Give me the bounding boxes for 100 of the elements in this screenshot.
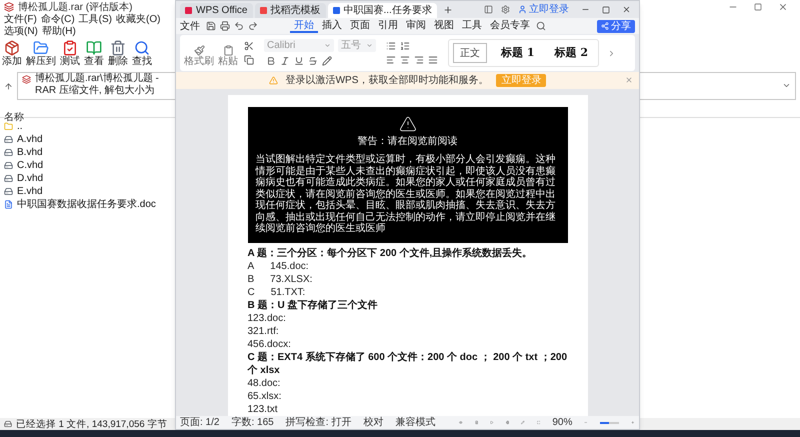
toolbar-button[interactable]: 解压到 bbox=[24, 40, 58, 68]
new-tab-icon[interactable] bbox=[442, 4, 453, 14]
dropdown-icon bbox=[324, 42, 331, 48]
file-row[interactable]: C.vhd bbox=[4, 159, 168, 172]
close-icon[interactable] bbox=[622, 5, 631, 14]
copy-icon[interactable] bbox=[242, 53, 256, 67]
menu-item[interactable]: 命令(C) bbox=[40, 14, 75, 26]
ribbon-tab[interactable]: 审阅 bbox=[402, 20, 430, 32]
ribbon-tab[interactable]: 页面 bbox=[346, 20, 374, 32]
toolbar-icon bbox=[86, 40, 102, 56]
ribbon-tab[interactable]: 引用 bbox=[374, 20, 402, 32]
toolbar-icon bbox=[134, 40, 150, 56]
toolbar-button[interactable]: 查找 bbox=[130, 40, 154, 68]
menu-item[interactable]: 工具(S) bbox=[78, 14, 112, 26]
toolbar-icon bbox=[33, 40, 49, 56]
toolbar-button[interactable]: 添加 bbox=[0, 40, 24, 68]
share-button[interactable]: 分享 bbox=[597, 20, 635, 32]
ribbon-tab[interactable]: 开始 bbox=[290, 20, 318, 32]
up-icon[interactable] bbox=[4, 82, 13, 90]
style-option[interactable]: 标题 2 bbox=[548, 43, 594, 63]
document-tab[interactable]: 找稻壳模板 bbox=[254, 3, 326, 18]
file-row[interactable]: .. bbox=[4, 120, 168, 133]
file-icon bbox=[4, 148, 13, 157]
document-tab[interactable]: WPS Office bbox=[180, 3, 252, 18]
file-row[interactable]: A.vhd bbox=[4, 133, 168, 146]
question-heading: C 题：EXT4 系统下存储了 600 个文件：200 个 doc ； 200 个 txt ；200 个 xlsx bbox=[248, 350, 568, 376]
brush-icon bbox=[194, 45, 204, 56]
toolbar-button[interactable]: 删除 bbox=[106, 40, 130, 68]
file-entry: 321.rtf: bbox=[248, 324, 280, 338]
file-entry: 48.doc: bbox=[248, 376, 282, 390]
file-icon bbox=[4, 174, 13, 183]
file-row[interactable]: E.vhd bbox=[4, 185, 168, 198]
clipboard-icon bbox=[222, 45, 234, 56]
question-heading: B 题：U 盘下存储了三个文件 bbox=[248, 298, 378, 312]
dropdown-icon bbox=[366, 42, 373, 48]
menu-item[interactable]: 文件(F) bbox=[4, 14, 37, 26]
menu-item[interactable]: 帮助(H) bbox=[42, 26, 76, 38]
style-option[interactable]: 正文 bbox=[453, 43, 487, 63]
warning-text: 当试图解出特定文件类型或运算时，有极小部分人会引发癫痫。这种情形可能是由于某些人未查出的癫痫症状引起，即使该人员没有患癫痫病史也有可能造成此类病症。如果您的家人或任何家庭成员曾有过类似症状，请在阅览前咨询您的医生或医师。如果您在阅览过程中出现任何症状，包括头晕、目眩、眼部或肌肉抽搐、失去意识、失去方向感、抽出或出现任何自己无法控制的动作，请立即停止阅览并在继续阅览前咨询您的医生或医师 bbox=[256, 154, 556, 234]
share-icon bbox=[601, 22, 609, 30]
ribbon-tab[interactable]: 工具 bbox=[458, 20, 486, 32]
settings-icon[interactable] bbox=[501, 5, 510, 14]
tab-icon bbox=[332, 7, 340, 14]
tab-icon bbox=[260, 7, 266, 14]
file-entry: 456.docx: bbox=[248, 338, 292, 350]
archive-icon bbox=[22, 75, 31, 84]
column-header[interactable]: 名称 bbox=[4, 112, 24, 123]
close-icon[interactable] bbox=[778, 2, 788, 12]
file-row[interactable]: 中职国赛数据收据任务要求.doc bbox=[4, 198, 168, 211]
save-icon[interactable] bbox=[204, 19, 218, 33]
print-icon[interactable] bbox=[218, 19, 232, 33]
window-title: 博松孤儿题.rar (评估版本) bbox=[18, 0, 132, 14]
highlight-icon[interactable] bbox=[320, 54, 334, 68]
login-button[interactable]: 立即登录 bbox=[518, 4, 569, 15]
option-text: 73.XLSX: bbox=[270, 272, 312, 286]
file-icon bbox=[4, 135, 13, 144]
document-tab[interactable]: 中职国赛...任务要求 bbox=[328, 3, 437, 18]
question-heading: A 题：三个分区：每个分区下 200 个文件,且操作系统数据丢失。 bbox=[248, 246, 534, 260]
layout-icon[interactable] bbox=[484, 5, 493, 14]
status-item[interactable]: 兼容模式 bbox=[395, 417, 436, 428]
zoom-level[interactable]: 90% bbox=[552, 417, 572, 428]
status-item[interactable]: 页面: 1/2 bbox=[180, 417, 220, 428]
file-entry: 123.doc: bbox=[248, 312, 287, 324]
toolbar-button[interactable]: 查看 bbox=[82, 40, 106, 68]
notice-text: 登录以激活WPS，获取全部即时功能和服务。 bbox=[286, 75, 488, 86]
style-option[interactable]: 标题 1 bbox=[495, 43, 540, 63]
user-icon bbox=[518, 5, 527, 14]
dropdown-icon[interactable] bbox=[782, 81, 791, 90]
ribbon-tab[interactable]: 插入 bbox=[318, 20, 346, 32]
toolbar-icon bbox=[62, 40, 78, 56]
search-icon[interactable] bbox=[534, 19, 548, 33]
warning-icon bbox=[268, 76, 278, 85]
file-row[interactable]: B.vhd bbox=[4, 146, 168, 159]
option-letter: B bbox=[248, 272, 254, 286]
status-item[interactable]: 字数: 165 bbox=[231, 417, 274, 428]
maximize-icon[interactable] bbox=[754, 3, 762, 11]
ribbon-tab[interactable]: 会员专享 bbox=[486, 20, 534, 32]
app-icon bbox=[4, 2, 14, 12]
warning-icon bbox=[398, 115, 416, 133]
menu-item[interactable]: 选项(N) bbox=[4, 26, 38, 38]
menu-item[interactable]: 收藏夹(O) bbox=[116, 14, 160, 26]
option-text: 51.TXT: bbox=[270, 286, 306, 298]
drive-icon bbox=[4, 420, 12, 428]
option-text: 145.doc: bbox=[270, 260, 309, 272]
toolbar-button[interactable]: 测试 bbox=[58, 40, 82, 68]
ribbon-button[interactable]: 粘贴 bbox=[218, 45, 238, 67]
toolbar-icon bbox=[110, 40, 126, 56]
file-menu[interactable]: 文件 bbox=[180, 20, 200, 32]
status-item[interactable]: 拼写检查: 打开 bbox=[286, 417, 352, 428]
ribbon-tab[interactable]: 视图 bbox=[430, 20, 458, 32]
file-entry: 123.txt bbox=[248, 402, 279, 416]
ribbon-button[interactable]: 格式刷 bbox=[184, 45, 214, 67]
status-item[interactable]: 校对 bbox=[363, 417, 384, 428]
toolbar-icon bbox=[4, 40, 20, 56]
option-letter: A bbox=[248, 260, 254, 272]
globe-icon[interactable] bbox=[506, 418, 510, 427]
tab-icon bbox=[185, 7, 192, 14]
file-icon bbox=[4, 122, 13, 131]
file-row[interactable]: D.vhd bbox=[4, 172, 168, 185]
maximize-icon[interactable] bbox=[602, 6, 610, 14]
